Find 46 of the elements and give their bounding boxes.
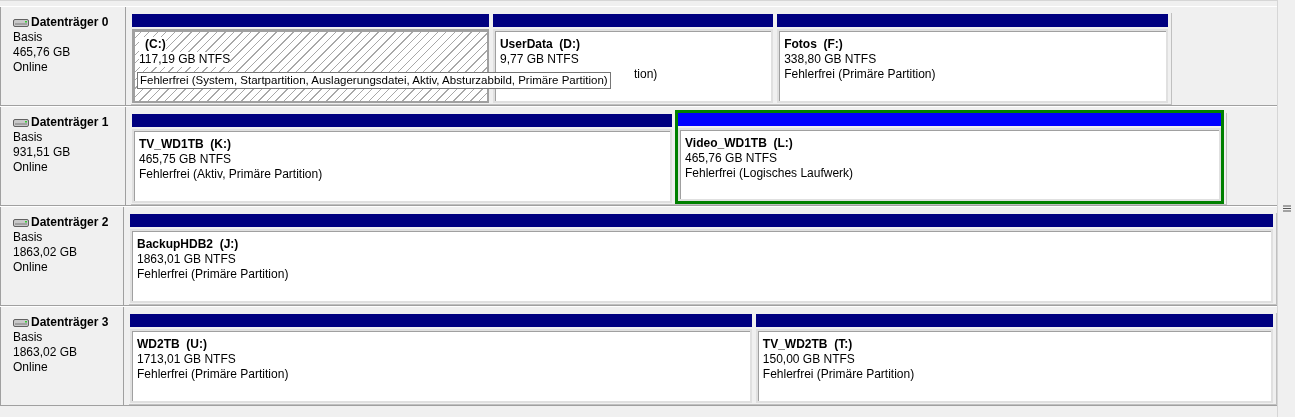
partition-status: Fehlerfrei (Logisches Laufwerk): [685, 166, 854, 181]
disk-type: Basis: [13, 230, 44, 245]
disk-size: 931,51 GB: [13, 145, 72, 160]
partition-size: 9,77 GB NTFS: [499, 52, 579, 67]
partition-name: BackupHDB2 (J:): [137, 237, 239, 252]
partition-size: 465,76 GB NTFS: [685, 151, 778, 166]
partition-block[interactable]: Video_WD1TB (L:) 465,76 GB NTFS Fehlerfrei (Logisches Laufwerk): [675, 110, 1224, 204]
disk-type: Basis: [13, 330, 44, 345]
disk-status: Online: [13, 360, 49, 375]
status-tooltip: Fehlerfrei (System, Startpartition, Auslagerungsdatei, Aktiv, Absturzabbild, Primäre Partition): [137, 72, 611, 89]
partition-status: tion): [633, 67, 658, 82]
disk-drive-icon: [13, 117, 29, 128]
partition-status: Fehlerfrei (Primäre Partition): [762, 367, 915, 382]
partition-status: Fehlerfrei (Primäre Partition): [784, 67, 936, 82]
partition-name: TV_WD1TB (K:): [139, 137, 231, 152]
disk-name: Datenträger 3: [31, 315, 109, 330]
partition-size: 1863,01 GB NTFS: [137, 252, 236, 267]
disk-type: Basis: [13, 30, 44, 45]
disk-name: Datenträger 0: [31, 15, 109, 30]
partition-name: WD2TB (U:): [137, 337, 207, 352]
disk-drive-icon: [13, 217, 29, 228]
disk-type: Basis: [13, 130, 44, 145]
disk-status: Online: [13, 260, 49, 275]
disk-status: Online: [13, 60, 49, 75]
partition-size: 338,80 GB NTFS: [784, 52, 877, 67]
partition-name: UserData (D:): [499, 37, 580, 52]
partition-size: 150,00 GB NTFS: [762, 352, 855, 367]
partition-size: 465,75 GB NTFS: [139, 152, 232, 167]
disk-drive-icon: [13, 317, 29, 328]
partition-name: (C:): [139, 37, 166, 52]
disk-drive-icon: [13, 17, 29, 28]
partition-status: Fehlerfrei (Primäre Partition): [137, 267, 289, 282]
partition-size: 117,19 GB NTFS: [139, 52, 231, 67]
grip-icon: [1282, 205, 1291, 212]
partition-status: Fehlerfrei (Aktiv, Primäre Partition): [139, 167, 323, 182]
partition-name: Video_WD1TB (L:): [685, 136, 793, 151]
disk-status: Online: [13, 160, 49, 175]
disk-name: Datenträger 1: [31, 115, 109, 130]
disk-name: Datenträger 2: [31, 215, 109, 230]
partition-name: Fotos (F:): [784, 37, 843, 52]
partition-size: 1713,01 GB NTFS: [137, 352, 236, 367]
disk-size: 1863,02 GB: [13, 345, 79, 360]
partition-status: Fehlerfrei (Primäre Partition): [137, 367, 289, 382]
disk-size: 465,76 GB: [13, 45, 72, 60]
disk-size: 1863,02 GB: [13, 245, 79, 260]
partition-name: TV_WD2TB (T:): [762, 337, 853, 352]
